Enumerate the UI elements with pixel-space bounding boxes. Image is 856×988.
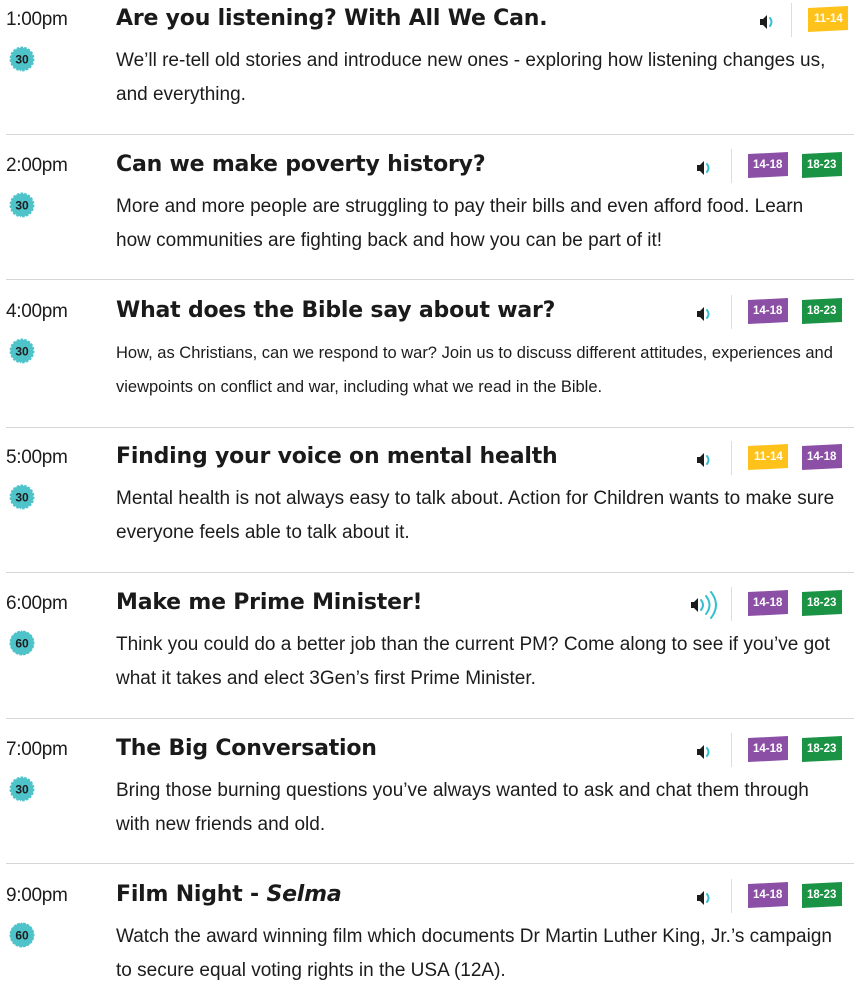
speaker-low-icon[interactable] — [757, 10, 793, 34]
event-time: 9:00pm — [6, 885, 68, 906]
audio-divider — [791, 3, 792, 37]
duration-value: 30 — [15, 199, 29, 213]
duration-value: 60 — [15, 637, 29, 651]
event-divider — [6, 279, 854, 280]
duration-value: 30 — [15, 783, 29, 797]
event-divider — [6, 718, 854, 719]
audio-divider — [731, 441, 732, 475]
event-time: 6:00pm — [6, 593, 68, 614]
event-title: Finding your voice on mental health — [116, 444, 558, 469]
duration-30-icon: 30 — [8, 45, 36, 73]
age-badge-14-18: 14-18 — [748, 881, 788, 909]
duration-value: 30 — [15, 345, 29, 359]
audio-divider — [731, 879, 732, 913]
age-badge-11-14: 11-14 — [808, 5, 848, 33]
age-badge-14-18: 14-18 — [748, 589, 788, 617]
duration-60-icon: 60 — [8, 921, 36, 949]
event-description: More and more people are struggling to p… — [116, 196, 804, 251]
age-badge-14-18: 14-18 — [802, 443, 842, 471]
age-badge-18-23: 18-23 — [802, 589, 842, 617]
event-title: What does the Bible say about war? — [116, 298, 556, 323]
event-title-emphasis: Selma — [266, 882, 342, 907]
event-schedule: 1:00pm 30 Are you listening? With All We… — [0, 0, 856, 988]
age-badge-18-23: 18-23 — [802, 881, 842, 909]
event-description: How, as Christians, can we respond to wa… — [116, 344, 833, 396]
event-time: 2:00pm — [6, 155, 68, 176]
age-badge-11-14: 11-14 — [748, 443, 788, 471]
duration-value: 30 — [15, 491, 29, 505]
duration-60-icon: 60 — [8, 629, 36, 657]
speaker-low-icon[interactable] — [694, 886, 730, 910]
duration-30-icon: 30 — [8, 483, 36, 511]
event-title: Make me Prime Minister! — [116, 590, 423, 615]
age-badge-14-18: 14-18 — [748, 735, 788, 763]
duration-30-icon: 30 — [8, 337, 36, 365]
speaker-low-icon[interactable] — [694, 448, 730, 472]
event-time: 4:00pm — [6, 301, 68, 322]
audio-divider — [731, 587, 732, 621]
speaker-loud-icon[interactable] — [688, 591, 724, 619]
speaker-low-icon[interactable] — [694, 156, 730, 180]
audio-divider — [731, 149, 732, 183]
event-description: Watch the award winning film which docum… — [116, 926, 832, 981]
duration-30-icon: 30 — [8, 775, 36, 803]
event-title: Are you listening? With All We Can. — [116, 6, 548, 31]
event-divider — [6, 134, 854, 135]
age-badge-14-18: 14-18 — [748, 151, 788, 179]
event-divider — [6, 863, 854, 864]
event-time: 5:00pm — [6, 447, 68, 468]
event-title-text: Film Night - — [116, 882, 267, 907]
event-time: 7:00pm — [6, 739, 68, 760]
event-description: We’ll re-tell old stories and introduce … — [116, 50, 826, 105]
age-badge-18-23: 18-23 — [802, 151, 842, 179]
duration-value: 30 — [15, 53, 29, 67]
event-description: Mental health is not always easy to talk… — [116, 488, 835, 543]
duration-30-icon: 30 — [8, 191, 36, 219]
event-divider — [6, 572, 854, 573]
event-divider — [6, 427, 854, 428]
event-time: 1:00pm — [6, 9, 68, 30]
age-badge-18-23: 18-23 — [802, 297, 842, 325]
age-badge-18-23: 18-23 — [802, 735, 842, 763]
event-title: Can we make poverty history? — [116, 152, 486, 177]
duration-value: 60 — [15, 929, 29, 943]
audio-divider — [731, 733, 732, 767]
event-title: The Big Conversation — [116, 736, 377, 761]
event-title: Film Night - Selma — [116, 882, 342, 907]
event-description: Bring those burning questions you’ve alw… — [116, 780, 809, 835]
age-badge-14-18: 14-18 — [748, 297, 788, 325]
event-description: Think you could do a better job than the… — [116, 634, 830, 689]
audio-divider — [731, 295, 732, 329]
speaker-low-icon[interactable] — [694, 740, 730, 764]
speaker-low-icon[interactable] — [694, 302, 730, 326]
